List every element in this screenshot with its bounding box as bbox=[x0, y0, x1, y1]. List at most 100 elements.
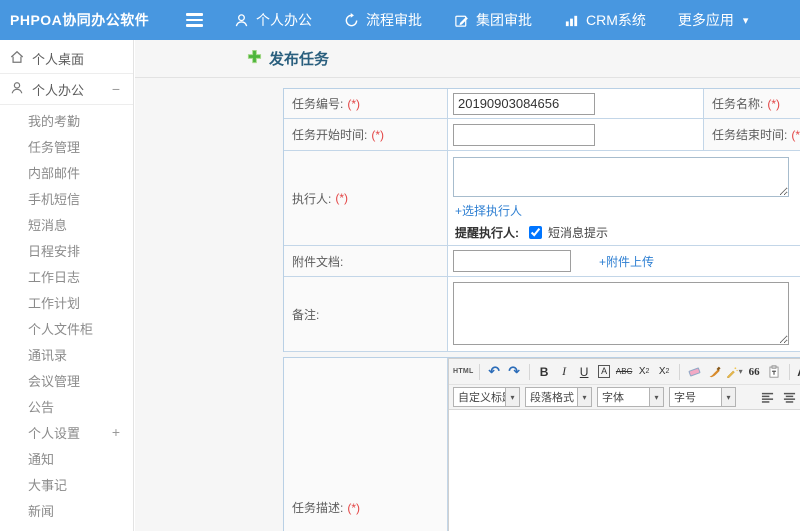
sidebar-item-label: 个人桌面 bbox=[32, 51, 85, 67]
html-source-button[interactable]: HTML bbox=[453, 362, 474, 381]
sidebar-item-short-message[interactable]: 短消息 bbox=[0, 211, 133, 237]
required-mark: (*) bbox=[335, 191, 349, 205]
nav-personal-office[interactable]: 个人办公 bbox=[234, 10, 312, 30]
required-mark: (*) bbox=[347, 96, 361, 111]
custom-title-dropdown[interactable]: 自定义标题 ▾ bbox=[453, 387, 520, 407]
start-time-label: 任务开始时间: (*) bbox=[284, 119, 448, 151]
nav-process-approval[interactable]: 流程审批 bbox=[344, 10, 422, 30]
sidebar-item-personal-files[interactable]: 个人文件柜 bbox=[0, 315, 133, 341]
nav-label: CRM系统 bbox=[586, 12, 646, 28]
remark-input[interactable] bbox=[453, 282, 789, 345]
magic-format-icon[interactable]: ▾ bbox=[725, 362, 744, 381]
start-time-input[interactable] bbox=[453, 123, 595, 146]
task-no-label: 任务编号: (*) bbox=[284, 89, 448, 119]
char-border-button[interactable]: A bbox=[595, 362, 614, 381]
menu-toggle-icon[interactable] bbox=[186, 13, 206, 27]
superscript-button[interactable]: X2 bbox=[635, 362, 654, 381]
sms-remind-checkbox[interactable] bbox=[529, 226, 542, 239]
task-no-input[interactable] bbox=[453, 92, 595, 115]
bold-button[interactable]: B bbox=[535, 362, 554, 381]
choose-executor-link[interactable]: +选择执行人 bbox=[455, 202, 800, 219]
blockquote-icon[interactable]: 66 bbox=[745, 362, 764, 381]
sidebar-item-announcement[interactable]: 公告 bbox=[0, 393, 133, 419]
remind-row: 提醒执行人: 短消息提示 bbox=[455, 224, 800, 241]
top-nav: 个人办公 流程审批 集团审批 CRM系统 更多应用 ▾ bbox=[234, 10, 780, 30]
rich-text-editor: HTML ↶ ↷ B I U A ABC X2 X2 ▾ 66 自定义标 ▾ 段… bbox=[448, 358, 800, 531]
attachment-input[interactable] bbox=[453, 250, 571, 272]
sms-remind-label: 短消息提示 bbox=[548, 226, 609, 240]
bar-chart-icon bbox=[564, 13, 579, 28]
font-color-button[interactable]: A ▾ bbox=[795, 362, 800, 381]
task-form: 任务编号:(*) 任务名称:(*) 任务开始时间:(*) 任务结束时间:(*) … bbox=[283, 88, 800, 352]
home-icon bbox=[10, 50, 24, 67]
required-mark: (*) bbox=[791, 127, 800, 142]
page-title: 发布任务 bbox=[269, 51, 330, 68]
executor-input[interactable] bbox=[453, 157, 789, 197]
collapse-icon[interactable]: − bbox=[112, 81, 120, 97]
sidebar-item-personal-settings[interactable]: 个人设置 + bbox=[0, 419, 133, 445]
caret-down-icon: ▾ bbox=[738, 367, 743, 376]
paragraph-format-dropdown[interactable]: 段落格式 ▾ bbox=[525, 387, 592, 407]
undo-icon[interactable]: ↶ bbox=[485, 362, 504, 381]
start-time-cell bbox=[448, 119, 704, 151]
nav-crm[interactable]: CRM系统 bbox=[564, 10, 646, 30]
sidebar-item-personal-desktop[interactable]: 个人桌面 bbox=[0, 45, 133, 71]
subscript-button[interactable]: X2 bbox=[655, 362, 674, 381]
align-left-icon[interactable] bbox=[758, 388, 777, 407]
editor-content-area[interactable] bbox=[449, 409, 800, 531]
caret-down-icon: ▾ bbox=[506, 387, 520, 407]
caret-down-icon: ▾ bbox=[650, 387, 664, 407]
sidebar-item-meeting-management[interactable]: 会议管理 bbox=[0, 367, 133, 393]
top-navbar: PHPOA协同办公软件 个人办公 流程审批 集团审批 CRM系统 更多应用 ▾ bbox=[0, 0, 800, 40]
sidebar-item-work-plan[interactable]: 工作计划 bbox=[0, 289, 133, 315]
sidebar-item-notification[interactable]: 通知 bbox=[0, 445, 133, 471]
font-size-dropdown[interactable]: 字号 ▾ bbox=[669, 387, 736, 407]
add-task-icon bbox=[247, 49, 262, 69]
task-no-cell bbox=[448, 89, 704, 119]
sidebar-item-internal-mail[interactable]: 内部邮件 bbox=[0, 159, 133, 185]
expand-icon[interactable]: + bbox=[112, 424, 120, 440]
sidebar-item-contacts[interactable]: 通讯录 bbox=[0, 341, 133, 367]
remind-executor-label: 提醒执行人: bbox=[455, 226, 519, 240]
nav-label: 更多应用 bbox=[677, 12, 734, 28]
app-logo: PHPOA协同办公软件 bbox=[10, 12, 150, 28]
nav-group-approval[interactable]: 集团审批 bbox=[454, 10, 532, 30]
remark-cell bbox=[448, 277, 800, 352]
process-approval-icon bbox=[344, 12, 359, 28]
editor-toolbar-row2: 自定义标题 ▾ 段落格式 ▾ 字体 ▾ 字号 ▾ bbox=[449, 384, 800, 409]
underline-button[interactable]: U bbox=[575, 362, 594, 381]
sidebar-item-news[interactable]: 新闻 bbox=[0, 497, 133, 523]
main-content: 发布任务 任务编号:(*) 任务名称:(*) 任务开始时间:(*) 任务结束时间… bbox=[135, 40, 800, 531]
sidebar-item-mobile-sms[interactable]: 手机短信 bbox=[0, 185, 133, 211]
divider bbox=[0, 104, 133, 105]
nav-label: 个人办公 bbox=[256, 12, 312, 28]
sidebar-item-work-log[interactable]: 工作日志 bbox=[0, 263, 133, 289]
italic-button[interactable]: I bbox=[555, 362, 574, 381]
end-time-label: 任务结束时间:(*) bbox=[704, 119, 800, 151]
editor-toolbar-row1: HTML ↶ ↷ B I U A ABC X2 X2 ▾ 66 bbox=[449, 359, 800, 384]
sidebar-item-milestones[interactable]: 大事记 bbox=[0, 471, 133, 497]
required-mark: (*) bbox=[767, 96, 781, 111]
align-center-icon[interactable] bbox=[780, 388, 799, 407]
eraser-icon[interactable] bbox=[685, 362, 704, 381]
sidebar-item-task-management[interactable]: 任务管理 bbox=[0, 133, 133, 159]
required-mark: (*) bbox=[347, 500, 361, 515]
sidebar-item-schedule[interactable]: 日程安排 bbox=[0, 237, 133, 263]
executor-cell: +选择执行人 提醒执行人: 短消息提示 bbox=[448, 151, 800, 246]
sidebar: 个人桌面 个人办公 − 我的考勤 任务管理 内部邮件 手机短信 短消息 日程安排… bbox=[0, 40, 134, 531]
sidebar-item-label: 个人办公 bbox=[32, 82, 85, 98]
remark-label: 备注: bbox=[284, 277, 448, 352]
divider bbox=[0, 73, 133, 74]
strikethrough-button[interactable]: ABC bbox=[615, 362, 634, 381]
attachment-upload-link[interactable]: +附件上传 bbox=[599, 253, 654, 270]
nav-more-apps[interactable]: 更多应用 ▾ bbox=[678, 10, 749, 30]
redo-icon[interactable]: ↷ bbox=[505, 362, 524, 381]
nav-label: 流程审批 bbox=[366, 12, 422, 28]
sidebar-item-my-attendance[interactable]: 我的考勤 bbox=[0, 107, 133, 133]
pencil-square-icon bbox=[454, 13, 469, 28]
font-family-dropdown[interactable]: 字体 ▾ bbox=[597, 387, 664, 407]
sidebar-item-personal-office[interactable]: 个人办公 − bbox=[0, 76, 133, 102]
task-name-label: 任务名称: (*) bbox=[704, 89, 800, 119]
format-painter-icon[interactable] bbox=[705, 362, 724, 381]
paste-template-icon[interactable] bbox=[765, 362, 784, 381]
